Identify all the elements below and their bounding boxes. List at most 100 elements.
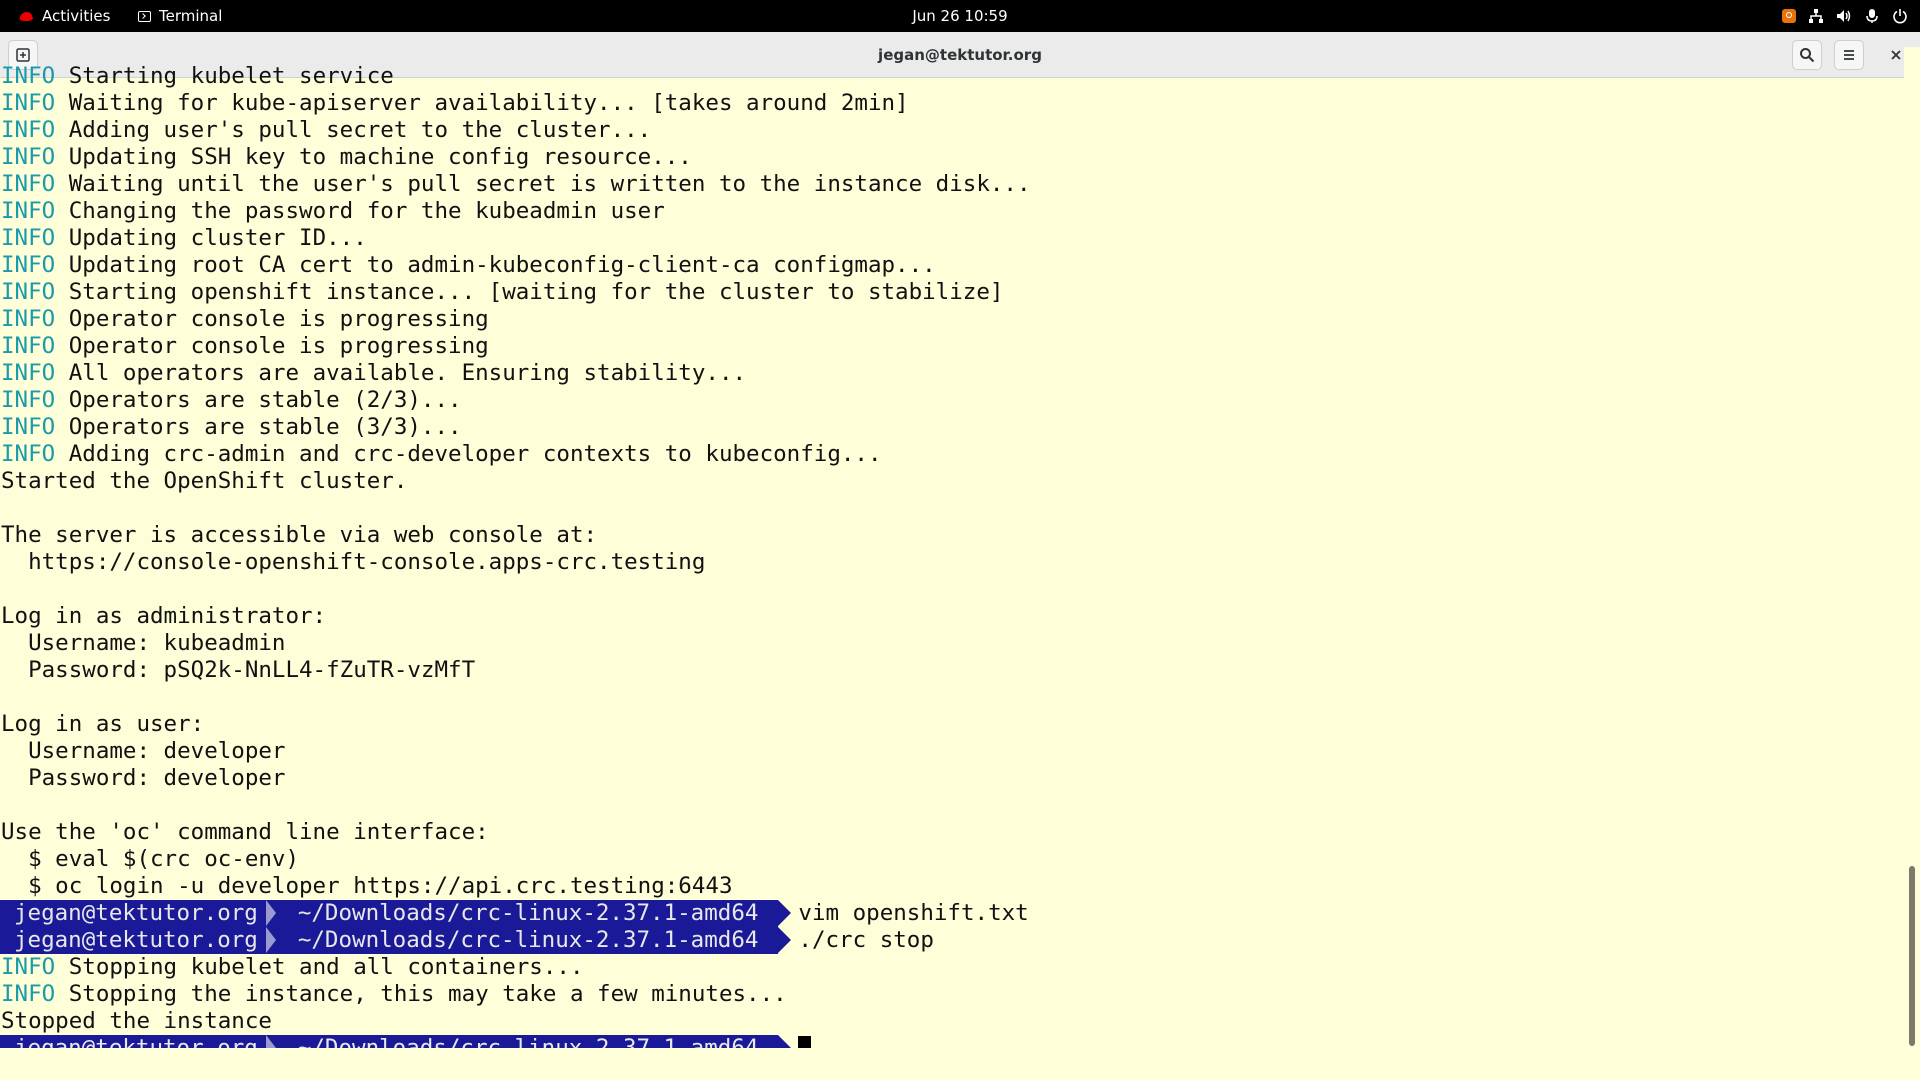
terminal-scrollbar[interactable] (1904, 47, 1920, 1048)
activities-label: Activities (42, 7, 111, 25)
info-tag: INFO (1, 441, 56, 467)
system-tray[interactable] (1782, 0, 1908, 32)
prompt-user-label: jegan@tektutor.org (14, 900, 258, 926)
prompt-user: jegan@tektutor.org (0, 900, 276, 927)
info-tag: INFO (1, 360, 56, 386)
output-line: $ oc login -u developer https://api.crc.… (1, 873, 733, 899)
log-text: Updating SSH key to machine config resou… (55, 144, 692, 170)
output-line: Use the 'oc' command line interface: (1, 819, 489, 845)
info-tag: INFO (1, 63, 56, 89)
log-line-info: INFO Updating SSH key to machine config … (1, 144, 692, 171)
log-text: Updating cluster ID... (55, 225, 367, 251)
network-icon[interactable] (1808, 8, 1824, 24)
clock: Jun 26 10:59 (0, 0, 1920, 32)
output-line: Log in as user: (1, 711, 205, 737)
text-cursor (798, 1036, 812, 1048)
info-tag: INFO (1, 252, 56, 278)
log-line-info: INFO All operators are available. Ensuri… (1, 360, 746, 387)
info-tag: INFO (1, 225, 56, 251)
info-tag: INFO (1, 954, 56, 980)
log-line-info: INFO Waiting until the user's pull secre… (1, 171, 1031, 198)
prompt-user: jegan@tektutor.org (0, 1035, 276, 1048)
log-line-info: INFO Stopping kubelet and all containers… (1, 954, 584, 981)
log-text: Operator console is progressing (55, 306, 489, 332)
info-tag: INFO (1, 981, 56, 1007)
command-text: ./crc stop (798, 927, 934, 953)
log-line-info: INFO Adding crc-admin and crc-developer … (1, 441, 882, 468)
log-text: Changing the password for the kubeadmin … (55, 198, 665, 224)
output-line: Password: developer (1, 765, 286, 791)
prompt-separator-icon (265, 1035, 276, 1048)
prompt-user: jegan@tektutor.org (0, 927, 276, 954)
app-menu-label: Terminal (159, 7, 223, 25)
log-text: Operator console is progressing (55, 333, 489, 359)
terminal-output[interactable]: INFO Starting kubelet service INFO Waitin… (0, 47, 1904, 1048)
output-line: Password: pSQ2k-NnLL4-fZuTR-vzMfT (1, 657, 476, 683)
clock-label[interactable]: Jun 26 10:59 (912, 0, 1007, 32)
output-line: Username: developer (1, 738, 286, 764)
log-line-info: INFO Operator console is progressing (1, 333, 489, 360)
output-line: https://console-openshift-console.apps-c… (1, 549, 706, 575)
log-line-info: INFO Operator console is progressing (1, 306, 489, 333)
redhat-logo-icon (19, 12, 33, 21)
activities-button[interactable]: Activities (18, 0, 110, 32)
log-line-info: INFO Changing the password for the kubea… (1, 198, 665, 225)
power-icon[interactable] (1892, 8, 1908, 24)
app-menu-terminal[interactable]: Terminal (138, 0, 222, 32)
prompt-user-label: jegan@tektutor.org (14, 1035, 258, 1048)
log-text: Adding user's pull secret to the cluster… (55, 117, 652, 143)
info-tag: INFO (1, 144, 56, 170)
info-tag: INFO (1, 171, 56, 197)
log-line-info: INFO Adding user's pull secret to the cl… (1, 117, 651, 144)
scrollbar-thumb[interactable] (1909, 866, 1915, 1046)
terminal-app-icon (138, 10, 151, 22)
info-tag: INFO (1, 333, 56, 359)
prompt-path: ~/Downloads/crc-linux-2.37.1-amd64 (273, 927, 791, 954)
output-line: $ eval $(crc oc-env) (1, 846, 300, 872)
log-line-info: INFO Updating cluster ID... (1, 225, 367, 252)
output-line: Username: kubeadmin (1, 630, 286, 656)
log-text: Stopping kubelet and all containers... (55, 954, 584, 980)
info-tag: INFO (1, 117, 56, 143)
prompt-separator-icon (265, 900, 276, 926)
orange-badge-icon[interactable] (1782, 9, 1796, 23)
volume-icon[interactable] (1836, 8, 1852, 24)
prompt-user-label: jegan@tektutor.org (14, 927, 258, 953)
gnome-top-bar: Activities Terminal Jun 26 10:59 (0, 0, 1920, 32)
log-text: Adding crc-admin and crc-developer conte… (55, 441, 882, 467)
output-line: Stopped the instance (1, 1008, 272, 1034)
shell-prompt-line: jegan@tektutor.org ~/Downloads/crc-linux-… (0, 927, 934, 954)
log-text: Updating root CA cert to admin-kubeconfi… (55, 252, 936, 278)
prompt-path: ~/Downloads/crc-linux-2.37.1-amd64 (273, 1035, 791, 1048)
log-text: Starting kubelet service (55, 63, 394, 89)
info-tag: INFO (1, 306, 56, 332)
output-line: The server is accessible via web console… (1, 522, 598, 548)
log-line-info: INFO Waiting for kube-apiserver availabi… (1, 90, 909, 117)
log-line-info: INFO Starting kubelet service (1, 63, 394, 90)
log-text: Operators are stable (2/3)... (55, 387, 462, 413)
log-text: Stopping the instance, this may take a f… (55, 981, 787, 1007)
log-text: Waiting for kube-apiserver availability.… (55, 90, 909, 116)
info-tag: INFO (1, 387, 56, 413)
shell-prompt-line: jegan@tektutor.org ~/Downloads/crc-linux-… (0, 900, 1029, 927)
output-line: Log in as administrator: (1, 603, 327, 629)
log-text: All operators are available. Ensuring st… (55, 360, 747, 386)
info-tag: INFO (1, 198, 56, 224)
info-tag: INFO (1, 90, 56, 116)
log-line-info: INFO Operators are stable (3/3)... (1, 414, 462, 441)
output-line: Started the OpenShift cluster. (1, 468, 408, 494)
microphone-icon[interactable] (1864, 8, 1880, 24)
log-line-info: INFO Operators are stable (2/3)... (1, 387, 462, 414)
info-tag: INFO (1, 279, 56, 305)
command-text: vim openshift.txt (798, 900, 1029, 926)
log-line-info: INFO Starting openshift instance... [wai… (1, 279, 1003, 306)
prompt-path: ~/Downloads/crc-linux-2.37.1-amd64 (273, 900, 791, 927)
log-text: Operators are stable (3/3)... (55, 414, 462, 440)
log-text: Waiting until the user's pull secret is … (55, 171, 1031, 197)
log-text: Starting openshift instance... [waiting … (55, 279, 1004, 305)
shell-prompt-line: jegan@tektutor.org ~/Downloads/crc-linux-… (0, 1035, 812, 1048)
prompt-separator-icon (265, 927, 276, 953)
log-line-info: INFO Stopping the instance, this may tak… (1, 981, 787, 1008)
log-line-info: INFO Updating root CA cert to admin-kube… (1, 252, 936, 279)
info-tag: INFO (1, 414, 56, 440)
